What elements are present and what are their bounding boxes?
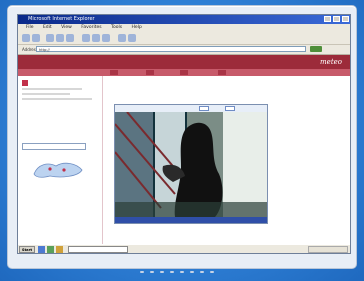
sidebar (18, 76, 103, 253)
video-footer (115, 217, 267, 223)
menu-item-tools[interactable]: Tools (111, 25, 122, 30)
menu-item-view[interactable]: View (61, 25, 72, 30)
menu-item-help[interactable]: Help (132, 25, 142, 30)
window-titlebar: Microsoft Internet Explorer (18, 15, 350, 24)
sidebar-text-line (22, 93, 70, 95)
stop-icon[interactable] (46, 34, 54, 42)
home-icon[interactable] (66, 34, 74, 42)
subnav-tab[interactable] (110, 70, 118, 75)
sidebar-text-line (22, 88, 82, 90)
site-subnav (18, 69, 350, 76)
sidebar-select[interactable] (22, 143, 86, 150)
maximize-button[interactable] (333, 16, 340, 22)
start-button[interactable]: Start (19, 246, 35, 253)
menu-item-edit[interactable]: Edit (43, 25, 52, 30)
region-map-illustration (33, 162, 83, 178)
sidebar-icon (22, 80, 28, 86)
camera-video-panel (114, 104, 268, 224)
sidebar-text-line (22, 98, 92, 100)
video-control-button[interactable] (199, 106, 209, 111)
menu-bar: File Edit View Favorites Tools Help (18, 24, 350, 32)
forward-icon[interactable] (32, 34, 40, 42)
history-icon[interactable] (102, 34, 110, 42)
address-bar: Address http:// (18, 45, 350, 55)
go-button[interactable] (310, 46, 322, 52)
system-tray (308, 246, 348, 253)
video-control-button[interactable] (225, 106, 235, 111)
subnav-tab[interactable] (218, 70, 226, 75)
address-input[interactable]: http:// (36, 46, 306, 52)
minimize-button[interactable] (324, 16, 331, 22)
taskbar-window-button[interactable] (68, 246, 128, 253)
quicklaunch-desktop-icon[interactable] (47, 246, 54, 253)
window-title: Microsoft Internet Explorer (28, 16, 95, 22)
mail-icon[interactable] (118, 34, 126, 42)
site-logo: meteo (320, 58, 342, 66)
monitor-stand-indicator (140, 271, 230, 275)
search-icon[interactable] (82, 34, 90, 42)
menu-item-favorites[interactable]: Favorites (81, 25, 101, 30)
main-content (104, 76, 350, 253)
subnav-tab[interactable] (180, 70, 188, 75)
browser-window: Microsoft Internet Explorer File Edit Vi… (17, 14, 351, 254)
back-icon[interactable] (22, 34, 30, 42)
site-header: meteo (18, 55, 350, 69)
close-button[interactable] (342, 16, 349, 22)
browser-toolbar (18, 32, 350, 45)
print-icon[interactable] (128, 34, 136, 42)
camera-frame-image (115, 112, 267, 217)
menu-item-file[interactable]: File (26, 25, 34, 30)
refresh-icon[interactable] (56, 34, 64, 42)
video-header (115, 105, 267, 112)
taskbar: Start (18, 244, 350, 253)
quicklaunch-folder-icon[interactable] (56, 246, 63, 253)
subnav-tab[interactable] (146, 70, 154, 75)
quicklaunch-ie-icon[interactable] (38, 246, 45, 253)
favorites-icon[interactable] (92, 34, 100, 42)
